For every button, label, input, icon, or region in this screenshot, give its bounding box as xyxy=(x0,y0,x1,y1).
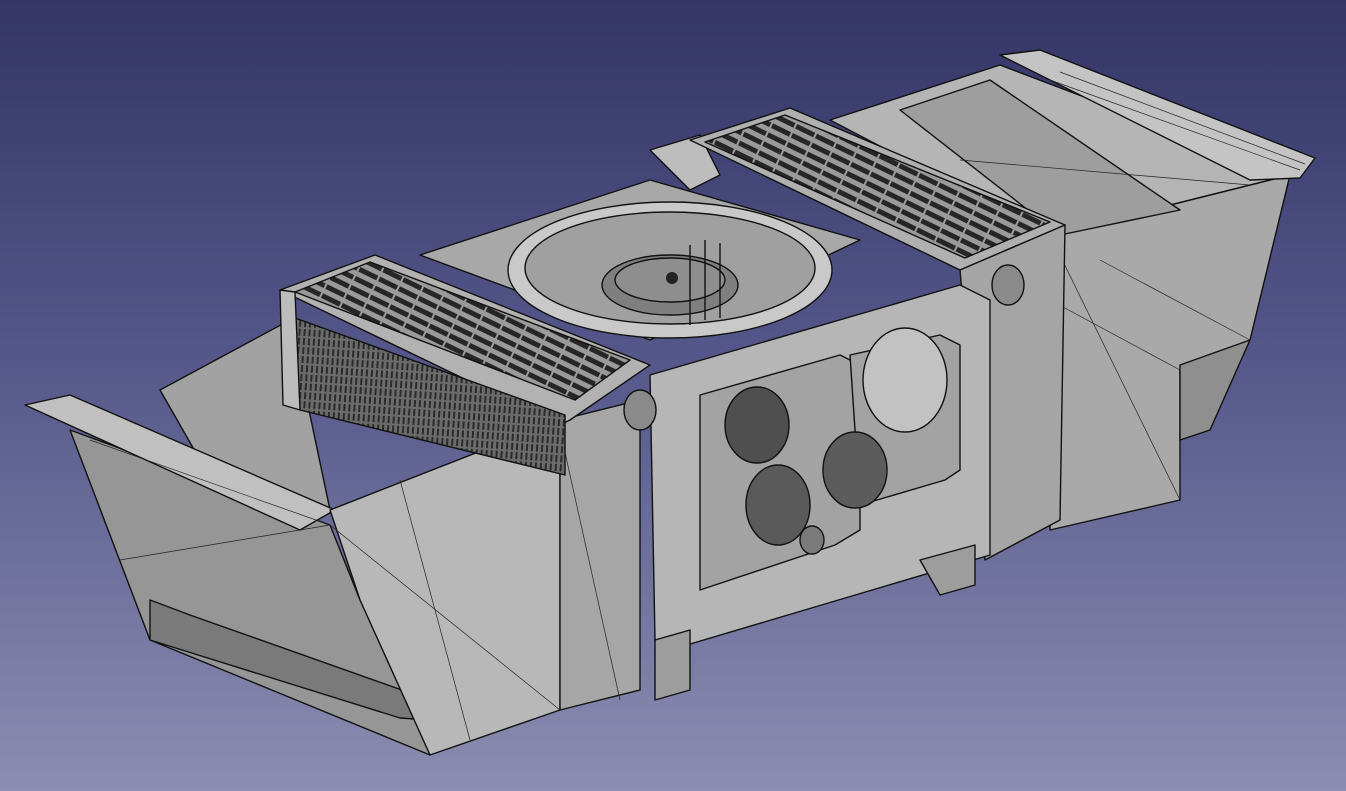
knob-right[interactable] xyxy=(991,264,1025,306)
port-bottom-left[interactable] xyxy=(745,464,811,546)
knob-left[interactable] xyxy=(623,389,657,431)
port-bottom-center[interactable] xyxy=(822,431,888,509)
3d-viewport[interactable] xyxy=(0,0,1346,791)
front-mounting-plate[interactable] xyxy=(649,284,991,701)
cad-model[interactable] xyxy=(0,0,1346,791)
port-top-right[interactable] xyxy=(862,327,948,433)
port-left[interactable] xyxy=(724,386,790,464)
